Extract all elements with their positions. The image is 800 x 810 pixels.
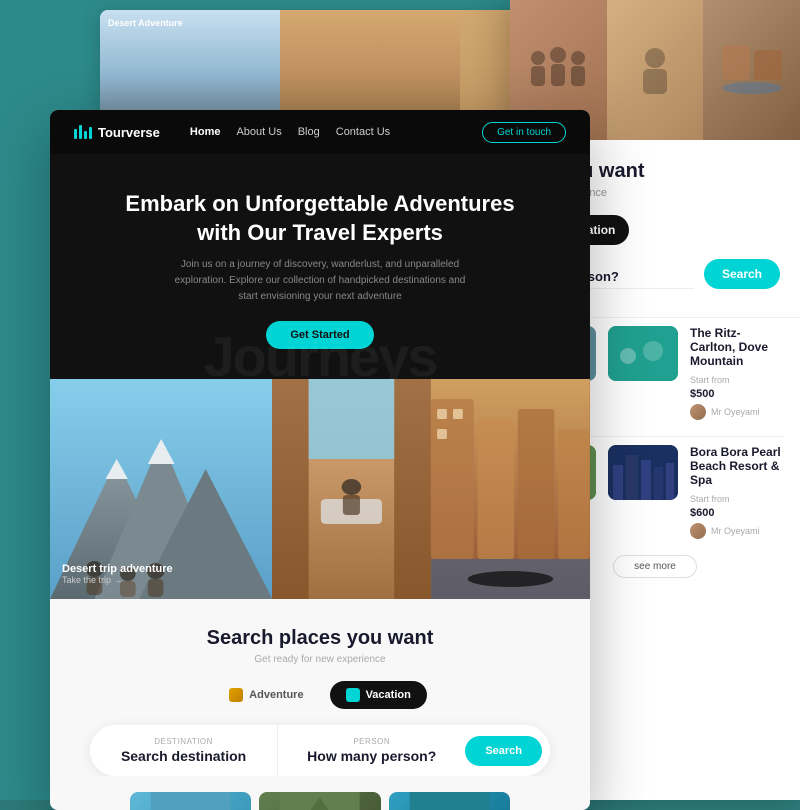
- destination-value: Search destination: [106, 748, 261, 764]
- card1-price-label: Start from: [690, 375, 730, 385]
- card2-name: Bora Bora Pearl Beach Resort & Spa: [690, 445, 784, 487]
- card2-price-label: Start from: [690, 494, 730, 504]
- card1-guide-name: Mr Oyeyami: [711, 407, 760, 417]
- desert-label-link[interactable]: Take the trip →: [62, 575, 173, 585]
- see-more-button[interactable]: see more: [613, 555, 697, 578]
- tab-vacation[interactable]: Vacation: [330, 681, 427, 709]
- search-section-title: Search places you want: [90, 627, 550, 650]
- right-img-2: [607, 0, 704, 140]
- logo-bar-4: [89, 127, 92, 139]
- card2-price: $600: [690, 507, 784, 519]
- logo-bar-1: [74, 129, 77, 139]
- tab-adventure[interactable]: Adventure: [213, 681, 319, 709]
- card1-name: The Ritz-Carlton, Dove Mountain: [690, 326, 784, 368]
- vacation-tab-icon: [346, 688, 360, 702]
- right-search-button[interactable]: Search: [704, 259, 780, 289]
- search-tabs: Adventure Vacation: [90, 681, 550, 709]
- card2-guide: Mr Oyeyami: [690, 523, 784, 539]
- main-nav: Tourverse Home About Us Blog Contact Us …: [50, 110, 590, 154]
- search-section: Search places you want Get ready for new…: [50, 599, 590, 810]
- preview-img-forest: [259, 792, 380, 810]
- canyon-img: [272, 379, 431, 599]
- card2-guide-avatar: [690, 523, 706, 539]
- logo-bar-3: [84, 131, 87, 139]
- img-col-gondola: [431, 379, 590, 599]
- nav-cta-button[interactable]: Get in touch: [482, 122, 566, 143]
- card1-price: $500: [690, 388, 784, 400]
- hero-cta-button[interactable]: Get Started: [266, 321, 373, 349]
- person-label: Person: [294, 737, 449, 746]
- gondola-img: [431, 379, 590, 599]
- desert-label: Desert trip adventure Take the trip →: [62, 563, 173, 585]
- hero-section: Embark on Unforgettable Adventureswith O…: [50, 154, 590, 379]
- person-field[interactable]: Person How many person?: [278, 725, 465, 776]
- right-img-3: [703, 0, 800, 140]
- card1-img2: [608, 326, 678, 381]
- card2-guide-name: Mr Oyeyami: [711, 526, 760, 536]
- preview-img-ocean: [389, 792, 510, 810]
- desert-img: Desert trip adventure Take the trip →: [50, 379, 272, 599]
- desert-label-title: Desert trip adventure: [62, 563, 173, 575]
- card1-info: The Ritz-Carlton, Dove Mountain Start fr…: [690, 326, 784, 420]
- main-browser-window: Tourverse Home About Us Blog Contact Us …: [50, 110, 590, 810]
- hero-subtitle: Join us on a journey of discovery, wande…: [170, 257, 470, 305]
- nav-link-home[interactable]: Home: [190, 126, 221, 138]
- card1-guide: Mr Oyeyami: [690, 404, 784, 420]
- nav-link-blog[interactable]: Blog: [298, 126, 320, 138]
- card2-img2: [608, 445, 678, 500]
- nav-link-contact[interactable]: Contact Us: [336, 126, 390, 138]
- destination-label: Destination: [106, 737, 261, 746]
- logo-bar-2: [79, 125, 82, 139]
- tab-vacation-label: Vacation: [366, 689, 411, 701]
- image-grid: Desert trip adventure Take the trip →: [50, 379, 590, 599]
- search-bar: Destination Search destination Person Ho…: [90, 725, 550, 776]
- img-col-canyon: [272, 379, 431, 599]
- person-value: How many person?: [294, 748, 449, 764]
- img-col-desert: Desert trip adventure Take the trip →: [50, 379, 272, 599]
- nav-logo-text: Tourverse: [98, 125, 160, 140]
- preview-img-beach: [130, 792, 251, 810]
- search-bar-button[interactable]: Search: [465, 736, 542, 766]
- nav-logo: Tourverse: [74, 125, 160, 140]
- nav-link-about[interactable]: About Us: [236, 126, 281, 138]
- bg-img-title: Desert Adventure: [100, 10, 280, 36]
- destination-field[interactable]: Destination Search destination: [90, 725, 278, 776]
- nav-links: Home About Us Blog Contact Us: [190, 126, 462, 138]
- search-section-sub: Get ready for new experience: [90, 654, 550, 665]
- preview-images: [90, 776, 550, 810]
- logo-icon: [74, 125, 92, 139]
- card2-info: Bora Bora Pearl Beach Resort & Spa Start…: [690, 445, 784, 539]
- hero-title: Embark on Unforgettable Adventureswith O…: [90, 190, 550, 247]
- card1-guide-avatar: [690, 404, 706, 420]
- tab-adventure-label: Adventure: [249, 689, 303, 701]
- adventure-icon: [229, 688, 243, 702]
